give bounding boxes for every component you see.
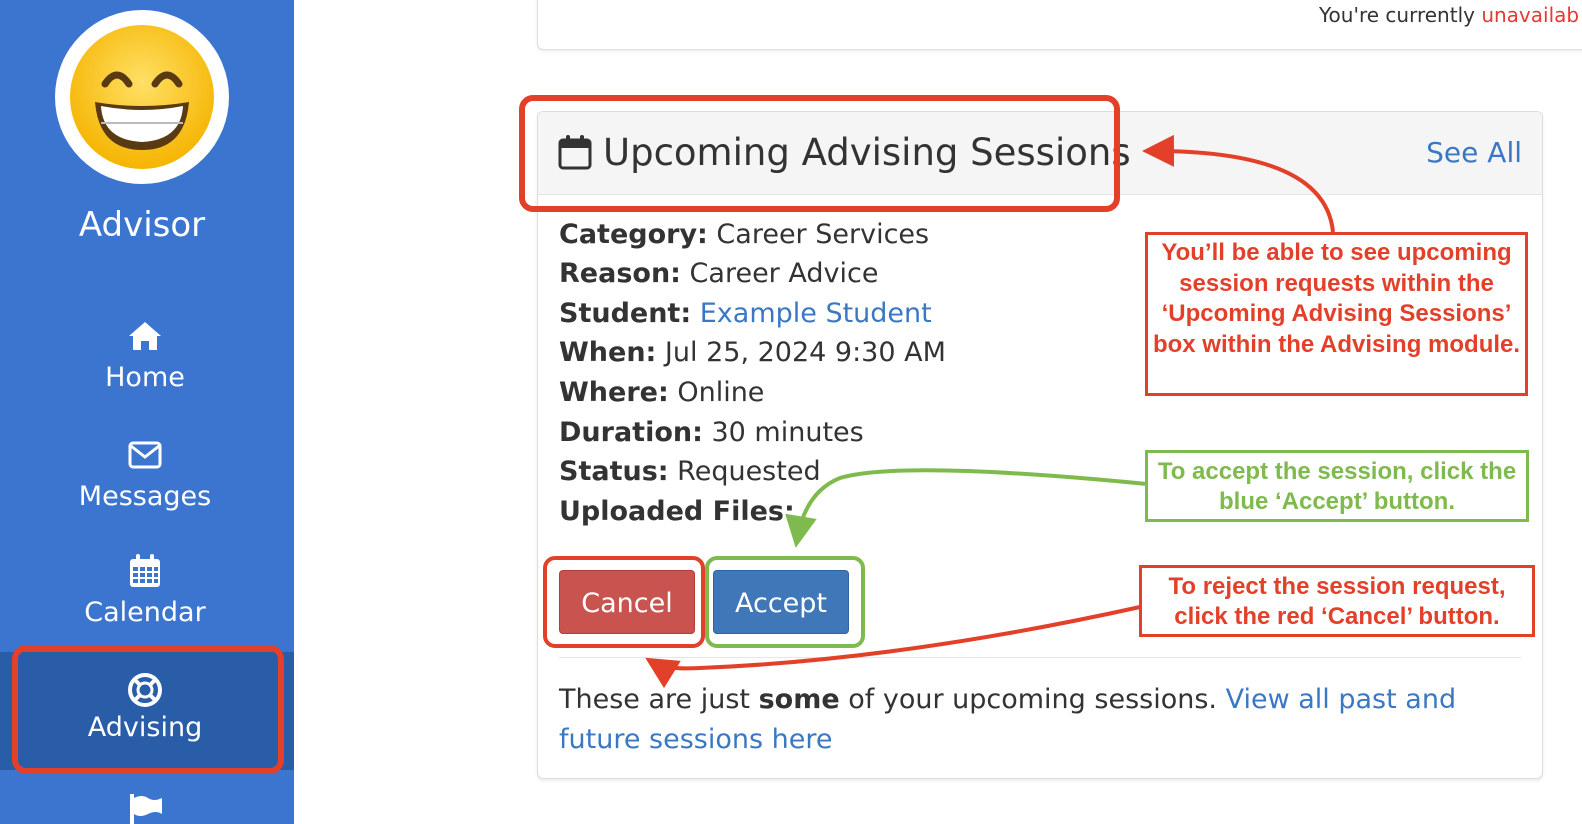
accept-note: To accept the session, click the blue ‘A… bbox=[1145, 450, 1529, 522]
cancel-arrow bbox=[645, 605, 1141, 689]
header-arrow bbox=[1142, 134, 1335, 233]
accept-arrow bbox=[785, 468, 1148, 548]
header-note: You’ll be able to see upcoming session r… bbox=[1145, 232, 1528, 396]
annotation-arrows bbox=[645, 134, 1335, 689]
cancel-note: To reject the session request, click the… bbox=[1139, 565, 1535, 637]
